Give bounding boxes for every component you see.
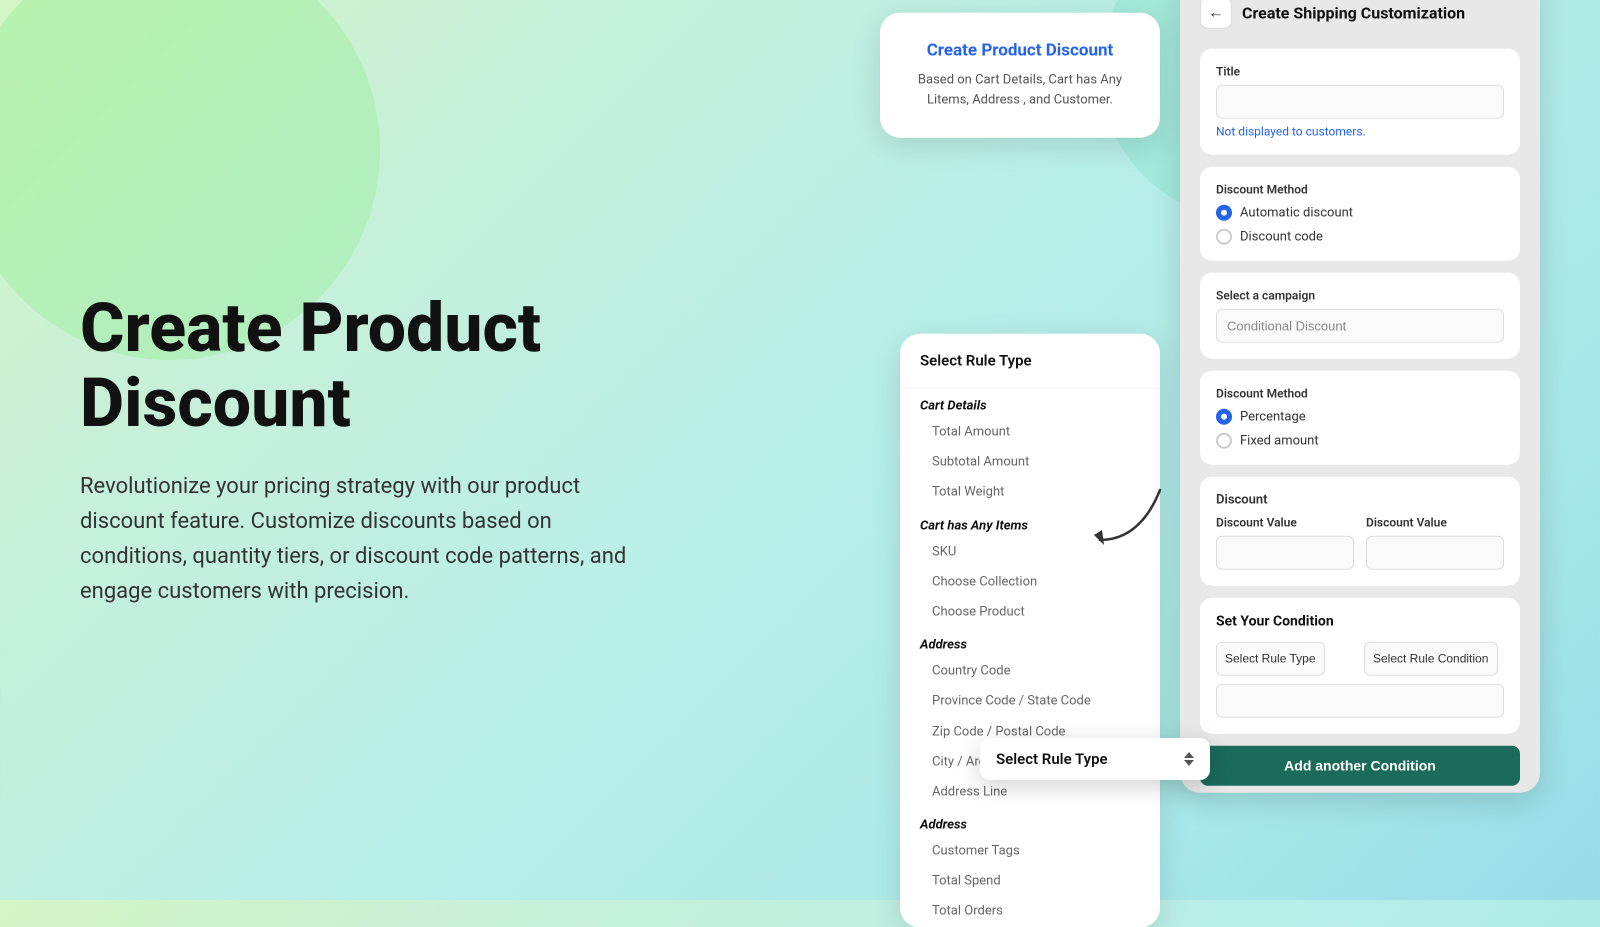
radio-circle-percentage [1216, 409, 1232, 425]
condition-title: Set Your Condition [1216, 614, 1504, 630]
radio-label-code: Discount code [1240, 229, 1323, 244]
campaign-input[interactable] [1216, 309, 1504, 343]
discount-method-label: Discount Method [1216, 183, 1504, 197]
section-address2: Address [900, 808, 1160, 837]
discount-row: Discount Value Discount Value [1216, 516, 1504, 570]
arrow-up-icon [1184, 752, 1194, 758]
radio-percentage[interactable]: Percentage [1216, 409, 1504, 425]
back-button[interactable]: ← [1200, 0, 1232, 29]
select-rule-arrows-icon [1184, 752, 1194, 766]
rule-item-country-code[interactable]: Country Code [900, 657, 1160, 687]
select-rule-text: Select Rule Type [996, 750, 1176, 768]
radio-circle-fixed [1216, 433, 1232, 449]
campaign-section: Select a campaign [1200, 273, 1520, 359]
condition-row: Select Rule Type Select Rule Condition [1216, 642, 1504, 676]
discount-value-input1[interactable] [1216, 536, 1354, 570]
product-card-desc: Based on Cart Details, Cart has Any Lite… [904, 71, 1136, 110]
rule-item-choose-product[interactable]: Choose Product [900, 598, 1160, 628]
discount-col-1: Discount Value [1216, 516, 1354, 570]
rule-item-subtotal-amount[interactable]: Subtotal Amount [900, 448, 1160, 478]
rule-item-total-orders[interactable]: Total Orders [900, 897, 1160, 927]
discount-method-radio-group: Automatic discount Discount code [1216, 205, 1504, 245]
discount-label: Discount [1216, 493, 1504, 508]
discount-value-label1: Discount Value [1216, 516, 1354, 530]
add-condition-button[interactable]: Add another Condition [1200, 746, 1520, 786]
title-input[interactable] [1216, 85, 1504, 119]
section-cart-details: Cart Details [900, 389, 1160, 418]
radio-label-automatic: Automatic discount [1240, 205, 1353, 220]
rule-item-province-code[interactable]: Province Code / State Code [900, 687, 1160, 717]
radio-label-fixed: Fixed amount [1240, 433, 1319, 448]
hero-title: Create Product Discount [80, 291, 640, 441]
rule-type-card: Select Rule Type Cart Details Total Amou… [900, 334, 1160, 927]
panel-header: ← Create Shipping Customization [1200, 0, 1520, 29]
radio-fixed-amount[interactable]: Fixed amount [1216, 433, 1504, 449]
discount-value-label2: Discount Value [1366, 516, 1504, 530]
rule-item-customer-tags[interactable]: Customer Tags [900, 837, 1160, 867]
panel-title: Create Shipping Customization [1242, 3, 1465, 22]
discount-method2-section: Discount Method Percentage Fixed amount [1200, 371, 1520, 465]
shipping-customization-panel: ← Create Shipping Customization Title No… [1180, 0, 1540, 793]
product-discount-card: Create Product Discount Based on Cart De… [880, 13, 1160, 138]
rule-item-address-line[interactable]: Address Line [900, 778, 1160, 808]
select-rule-type-dropdown[interactable]: Select Rule Type [980, 738, 1210, 780]
curved-arrow [1080, 480, 1170, 560]
rule-item-total-spend[interactable]: Total Spend [900, 867, 1160, 897]
discount-col-2: Discount Value [1366, 516, 1504, 570]
discount-method-section: Discount Method Automatic discount Disco… [1200, 167, 1520, 261]
radio-automatic-discount[interactable]: Automatic discount [1216, 205, 1504, 221]
discount-method2-radio-group: Percentage Fixed amount [1216, 409, 1504, 449]
hero-description: Revolutionize your pricing strategy with… [80, 468, 640, 609]
condition-value-input[interactable] [1216, 684, 1504, 718]
discount-value-input2[interactable] [1366, 536, 1504, 570]
rule-condition-wrapper: Select Rule Condition [1364, 642, 1504, 676]
rule-condition-select[interactable]: Select Rule Condition [1364, 642, 1498, 676]
radio-circle-code [1216, 229, 1232, 245]
hero-section: Create Product Discount Revolutionize yo… [80, 291, 640, 609]
discount-method2-label: Discount Method [1216, 387, 1504, 401]
cards-container: Create Product Discount Based on Cart De… [880, 0, 1540, 927]
rule-item-choose-collection[interactable]: Choose Collection [900, 567, 1160, 597]
radio-label-percentage: Percentage [1240, 409, 1306, 424]
discount-section: Discount Discount Value Discount Value [1200, 477, 1520, 586]
rule-type-header: Select Rule Type [900, 334, 1160, 389]
campaign-label: Select a campaign [1216, 289, 1504, 303]
not-displayed-note: Not displayed to customers. [1216, 125, 1504, 139]
rule-item-total-amount[interactable]: Total Amount [900, 418, 1160, 448]
condition-section: Set Your Condition Select Rule Type Sele… [1200, 598, 1520, 734]
rule-type-wrapper: Select Rule Type [1216, 642, 1356, 676]
radio-discount-code[interactable]: Discount code [1216, 229, 1504, 245]
title-label: Title [1216, 65, 1504, 79]
back-arrow-icon: ← [1208, 3, 1224, 23]
rule-type-select[interactable]: Select Rule Type [1216, 642, 1325, 676]
radio-circle-automatic [1216, 205, 1232, 221]
title-section: Title Not displayed to customers. [1200, 49, 1520, 155]
arrow-down-icon [1184, 760, 1194, 766]
product-card-title: Create Product Discount [904, 41, 1136, 61]
section-address: Address [900, 628, 1160, 657]
